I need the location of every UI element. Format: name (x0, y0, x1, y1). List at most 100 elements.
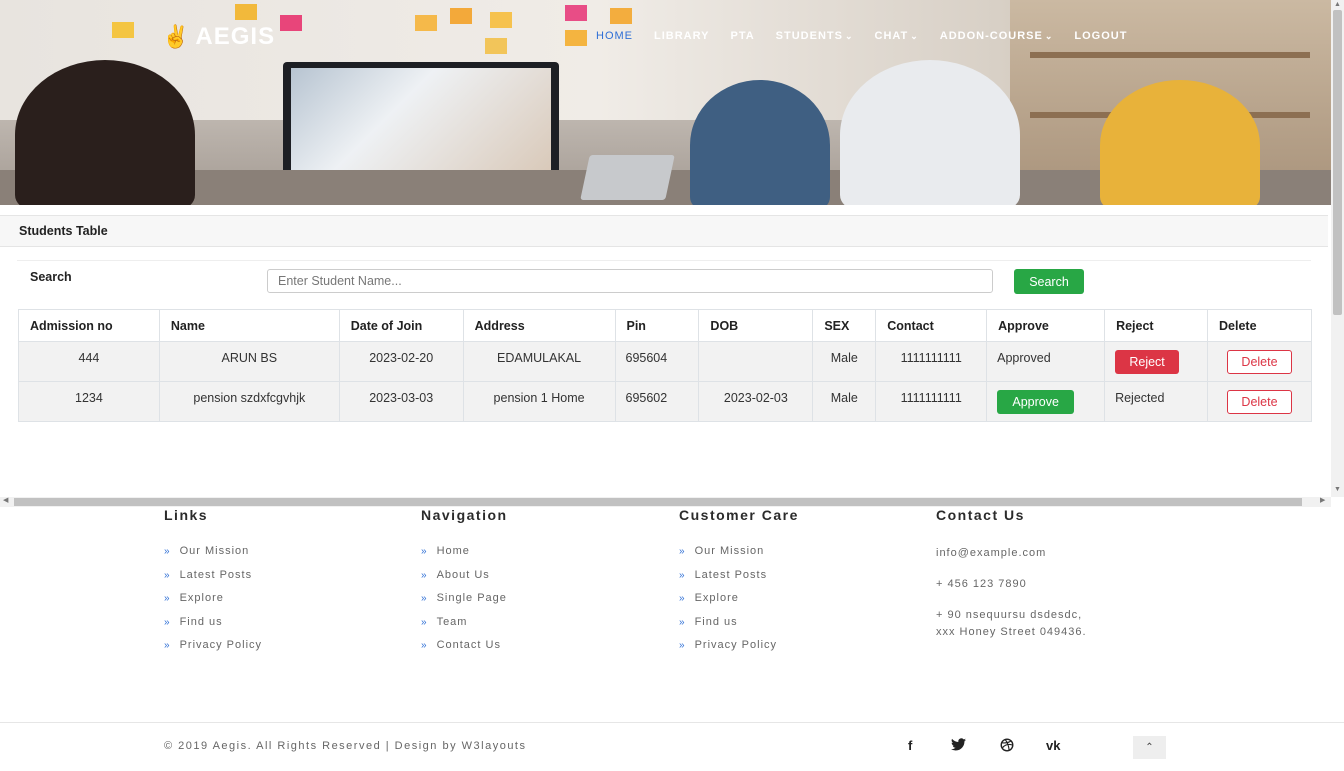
cell-dob (698, 341, 814, 382)
vertical-scroll-thumb[interactable] (1333, 10, 1342, 315)
cell-approve: Approve (986, 381, 1106, 422)
footer-link[interactable]: » Contact Us (421, 639, 508, 663)
chevron-right-icon: » (164, 593, 171, 604)
chevron-down-icon: ⌄ (844, 31, 854, 41)
hero-person (840, 60, 1020, 205)
cell-name: pension szdxfcgvhjk (158, 381, 340, 422)
panel-title: Students Table (19, 224, 108, 238)
students-panel: Students Table Search Search Admission n… (0, 215, 1328, 497)
footer-contact-column: Contact Us info@example.com + 456 123 78… (936, 507, 1087, 655)
footer-bottom-bar: © 2019 Aegis. All Rights Reserved | Desi… (0, 722, 1344, 771)
footer-link[interactable]: » Home (421, 545, 508, 569)
cell-name: ARUN BS (158, 341, 340, 382)
contact-address: + 90 nsequursu dsdesdc, xxx Honey Street… (936, 609, 1087, 638)
brand-name: AEGIS (195, 23, 276, 50)
chevron-right-icon: » (421, 546, 428, 557)
horizontal-scrollbar[interactable]: ◀ ▶ (0, 497, 1331, 507)
scroll-down-icon[interactable]: ▼ (1331, 486, 1344, 493)
footer-link[interactable]: » Our Mission (679, 545, 799, 569)
chevron-right-icon: » (679, 569, 686, 581)
footer-link[interactable]: » Privacy Policy (164, 639, 262, 663)
scroll-left-icon[interactable]: ◀ (3, 496, 8, 504)
scroll-up-icon[interactable]: ▲ (1331, 1, 1344, 8)
column-header: Date of Join (338, 309, 464, 342)
column-header: DOB (698, 309, 814, 342)
hero-monitor (283, 62, 559, 200)
chevron-right-icon: » (421, 640, 428, 651)
cell-admission-no: 1234 (18, 381, 160, 422)
chevron-down-icon: ⌄ (1044, 31, 1054, 41)
nav-logout[interactable]: LOGOUT (1074, 30, 1127, 42)
search-row: Search Search (17, 260, 1311, 300)
nav-home[interactable]: HOME (596, 30, 633, 42)
cell-date-of-join: 2023-02-20 (338, 341, 464, 382)
sticky-note (490, 12, 512, 28)
footer-link[interactable]: » Privacy Policy (679, 639, 799, 663)
chevron-down-icon: ⌄ (910, 31, 919, 41)
table-row: 1234 pension szdxfcgvhjk 2023-03-03 pens… (18, 381, 1312, 422)
hero-person (15, 60, 195, 205)
sticky-note (485, 38, 507, 54)
twitter-icon[interactable] (951, 738, 966, 754)
contact-email[interactable]: info@example.com (936, 545, 1087, 562)
search-button[interactable]: Search (1014, 269, 1084, 294)
cell-approve-status: Approved (986, 341, 1106, 382)
hero-laptop (580, 155, 675, 200)
footer-link[interactable]: » Team (421, 616, 508, 640)
cell-pin: 695602 (614, 381, 700, 422)
footer-customer-care-column: Customer Care » Our Mission » Latest Posts… (679, 507, 799, 663)
footer-link[interactable]: » Explore (164, 592, 262, 616)
nav-addon-course[interactable]: ADDON-COURSE ⌄ (940, 30, 1054, 42)
column-header: Approve (986, 309, 1106, 342)
facebook-icon[interactable]: f (908, 738, 912, 753)
search-label: Search (30, 270, 72, 284)
column-header: Contact (875, 309, 988, 342)
horizontal-scroll-thumb[interactable] (14, 498, 1302, 506)
cell-address: EDAMULAKAL (462, 341, 616, 382)
vk-icon[interactable]: vk (1046, 738, 1060, 753)
nav-chat[interactable]: CHAT ⌄ (875, 30, 919, 42)
contact-phone: + 456 123 7890 (936, 578, 1027, 590)
nav-library[interactable]: LIBRARY (654, 30, 709, 42)
footer-link[interactable]: » Explore (679, 592, 799, 616)
footer-link[interactable]: » Latest Posts (679, 569, 799, 593)
chevron-right-icon: » (164, 640, 171, 651)
cell-address: pension 1 Home (462, 381, 616, 422)
sticky-note (450, 8, 472, 24)
table-row: 444 ARUN BS 2023-02-20 EDAMULAKAL 695604… (18, 341, 1312, 382)
cell-pin: 695604 (614, 341, 700, 382)
vertical-scrollbar[interactable]: ▲ ▼ (1331, 0, 1344, 497)
sticky-note (565, 30, 587, 46)
chevron-right-icon: » (164, 569, 171, 581)
sticky-note (415, 15, 437, 31)
main-navigation: HOME LIBRARY PTA STUDENTS ⌄ CHAT ⌄ ADDON-C… (596, 30, 1148, 42)
footer-links-column: Links » Our Mission » Latest Posts » Explor… (164, 507, 262, 663)
peace-hand-icon: ✌ (162, 24, 190, 49)
site-logo[interactable]: ✌ AEGIS (162, 23, 275, 51)
footer-link[interactable]: » Our Mission (164, 545, 262, 569)
footer-link[interactable]: » Find us (164, 616, 262, 640)
sticky-note (235, 4, 257, 20)
scroll-right-icon[interactable]: ▶ (1320, 496, 1325, 504)
back-to-top-button[interactable]: ⌃ (1133, 736, 1166, 759)
column-header: Name (158, 309, 340, 342)
column-header: Admission no (18, 309, 160, 342)
column-header: Pin (614, 309, 700, 342)
reject-button[interactable]: Reject (1115, 350, 1180, 374)
delete-button[interactable]: Delete (1227, 350, 1292, 374)
footer-column-title: Navigation (421, 507, 508, 523)
chevron-right-icon: » (679, 593, 686, 604)
footer-link[interactable]: » About Us (421, 569, 508, 593)
footer-link[interactable]: » Single Page (421, 592, 508, 616)
search-input[interactable] (267, 269, 993, 293)
dribbble-icon[interactable] (1000, 738, 1014, 755)
nav-pta[interactable]: PTA (730, 30, 754, 42)
sticky-note (112, 22, 134, 38)
delete-button[interactable]: Delete (1227, 390, 1292, 414)
column-header: SEX (812, 309, 877, 342)
footer-link[interactable]: » Latest Posts (164, 569, 262, 593)
footer-link[interactable]: » Find us (679, 616, 799, 640)
copyright-text: © 2019 Aegis. All Rights Reserved | Desi… (164, 740, 527, 752)
nav-students[interactable]: STUDENTS ⌄ (776, 30, 854, 42)
approve-button[interactable]: Approve (997, 390, 1075, 414)
